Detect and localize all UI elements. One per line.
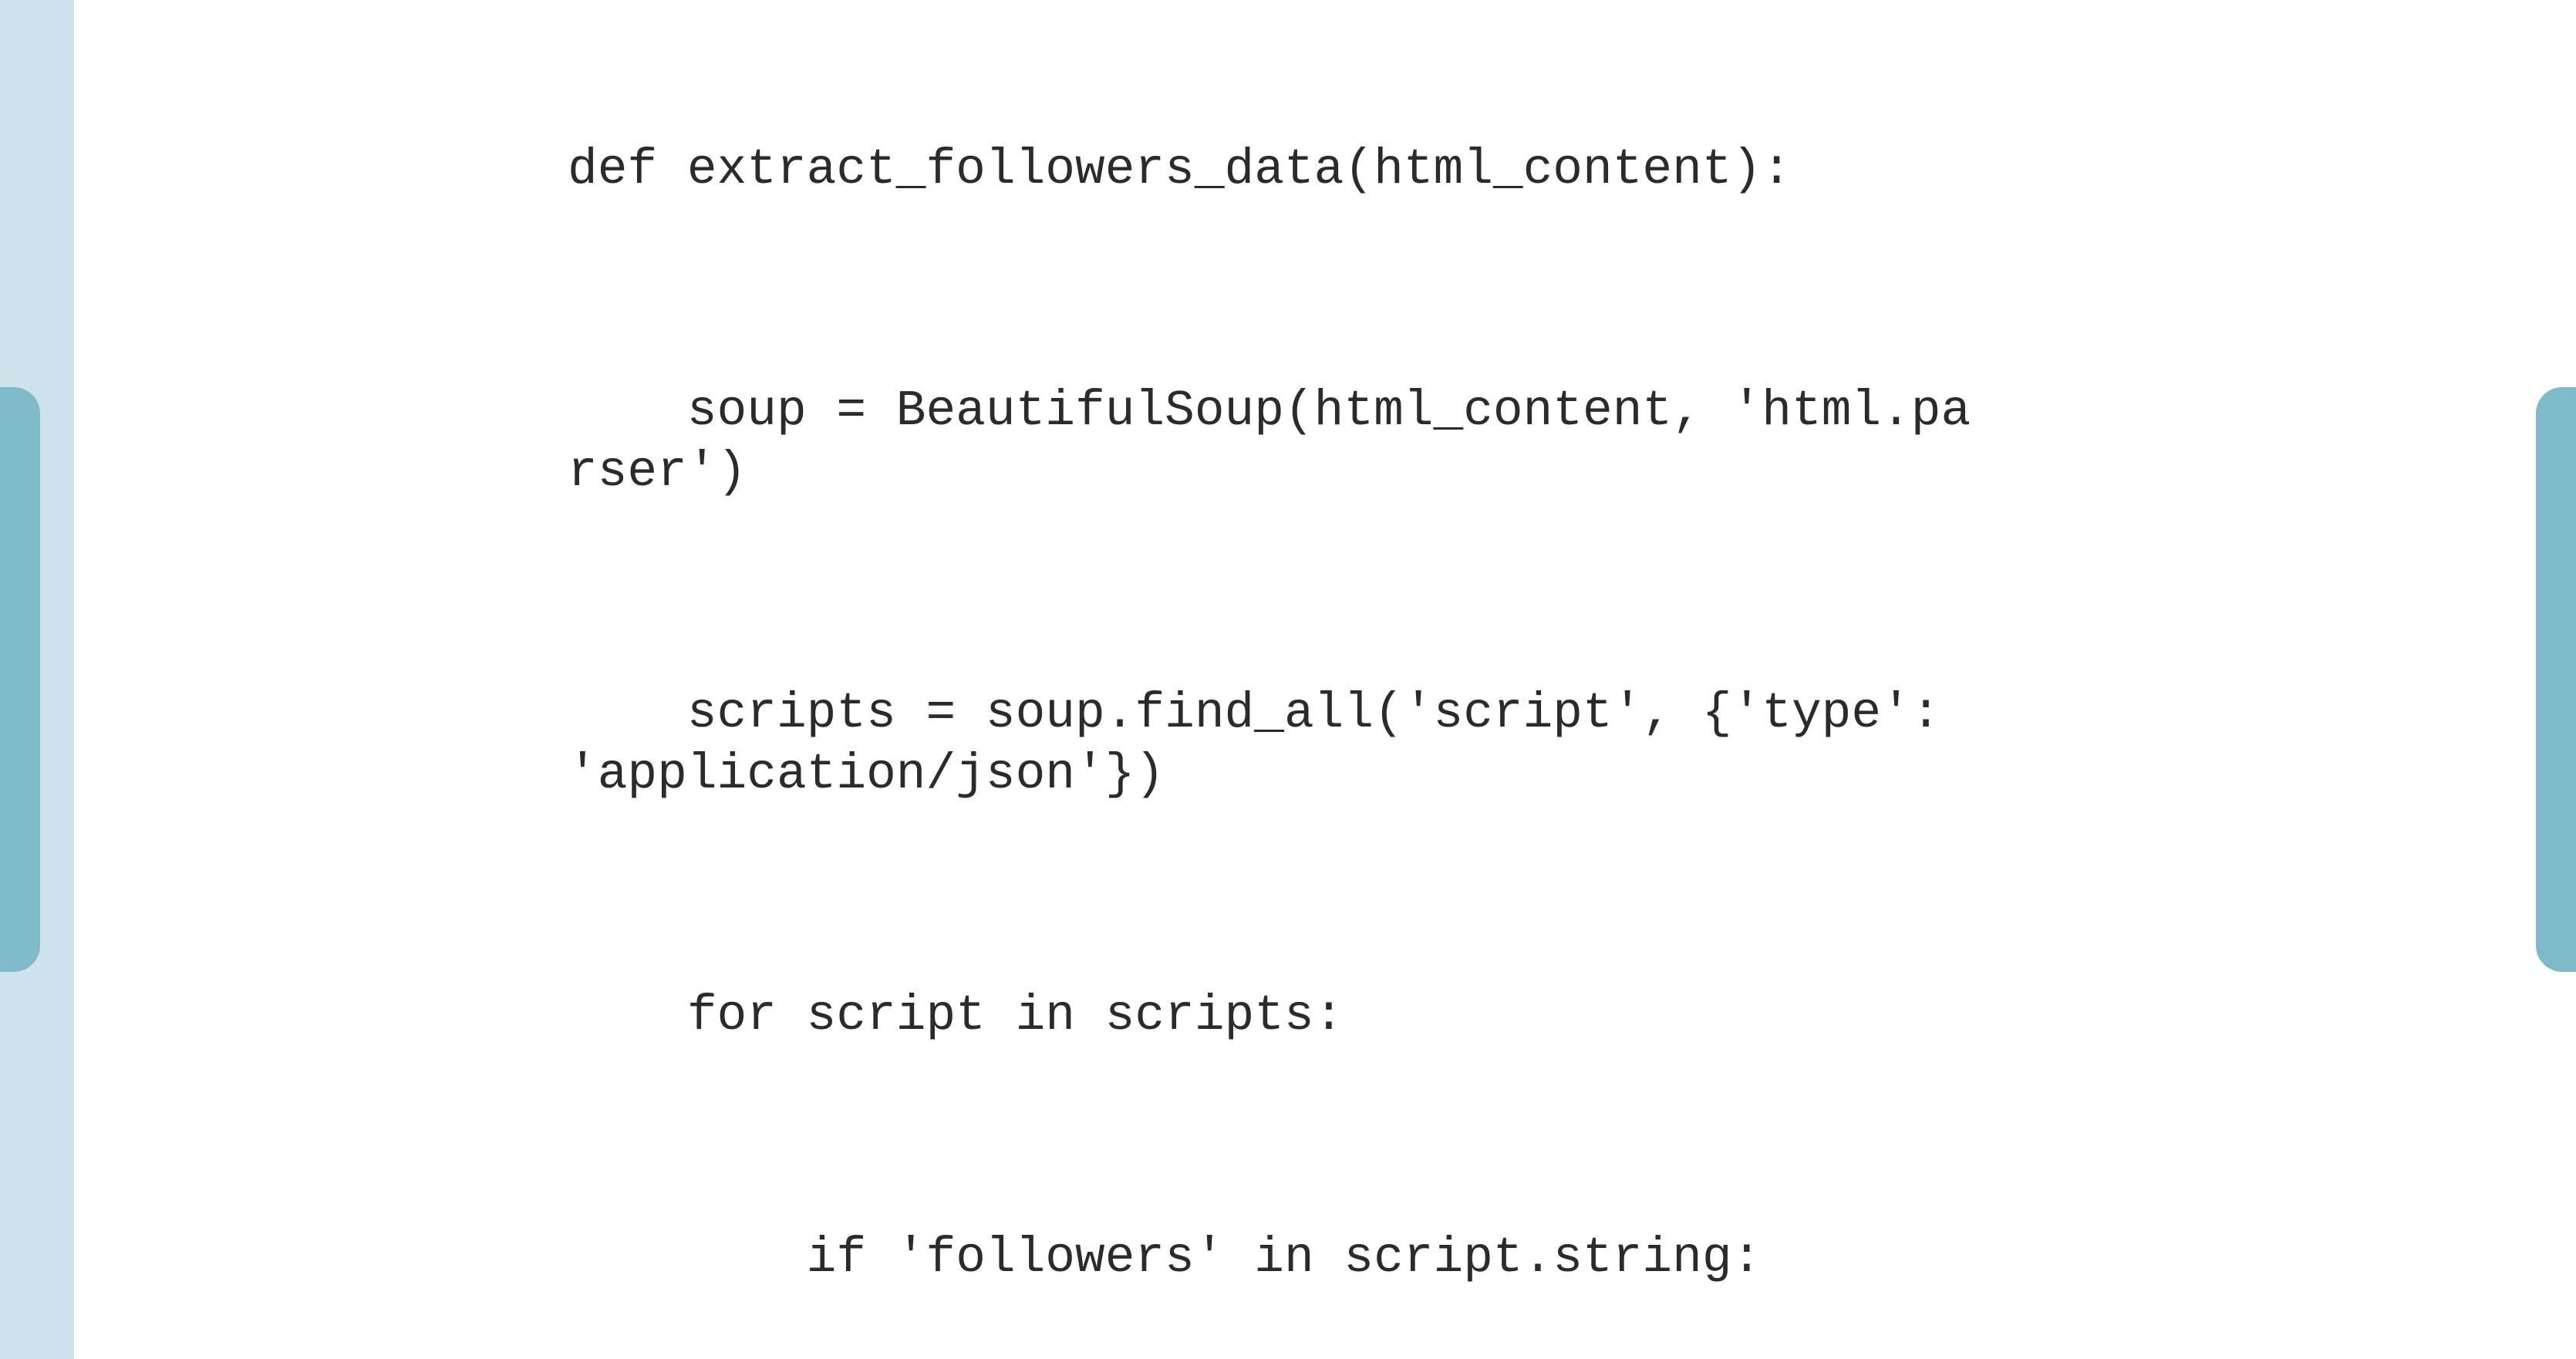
right-nav-tab[interactable] bbox=[2536, 387, 2576, 972]
code-line: if 'followers' in script.string: bbox=[568, 1229, 1971, 1289]
code-line: for script in scripts: bbox=[568, 986, 1971, 1047]
code-line: scripts = soup.find_all('script', {'type… bbox=[568, 684, 1971, 805]
code-block: def extract_followers_data(html_content)… bbox=[568, 19, 1971, 1359]
left-nav-tab[interactable] bbox=[0, 387, 40, 972]
page-root: def extract_followers_data(html_content)… bbox=[0, 0, 2576, 1359]
code-line: def extract_followers_data(html_content)… bbox=[568, 140, 1971, 201]
code-line: soup = BeautifulSoup(html_content, 'html… bbox=[568, 382, 1971, 503]
